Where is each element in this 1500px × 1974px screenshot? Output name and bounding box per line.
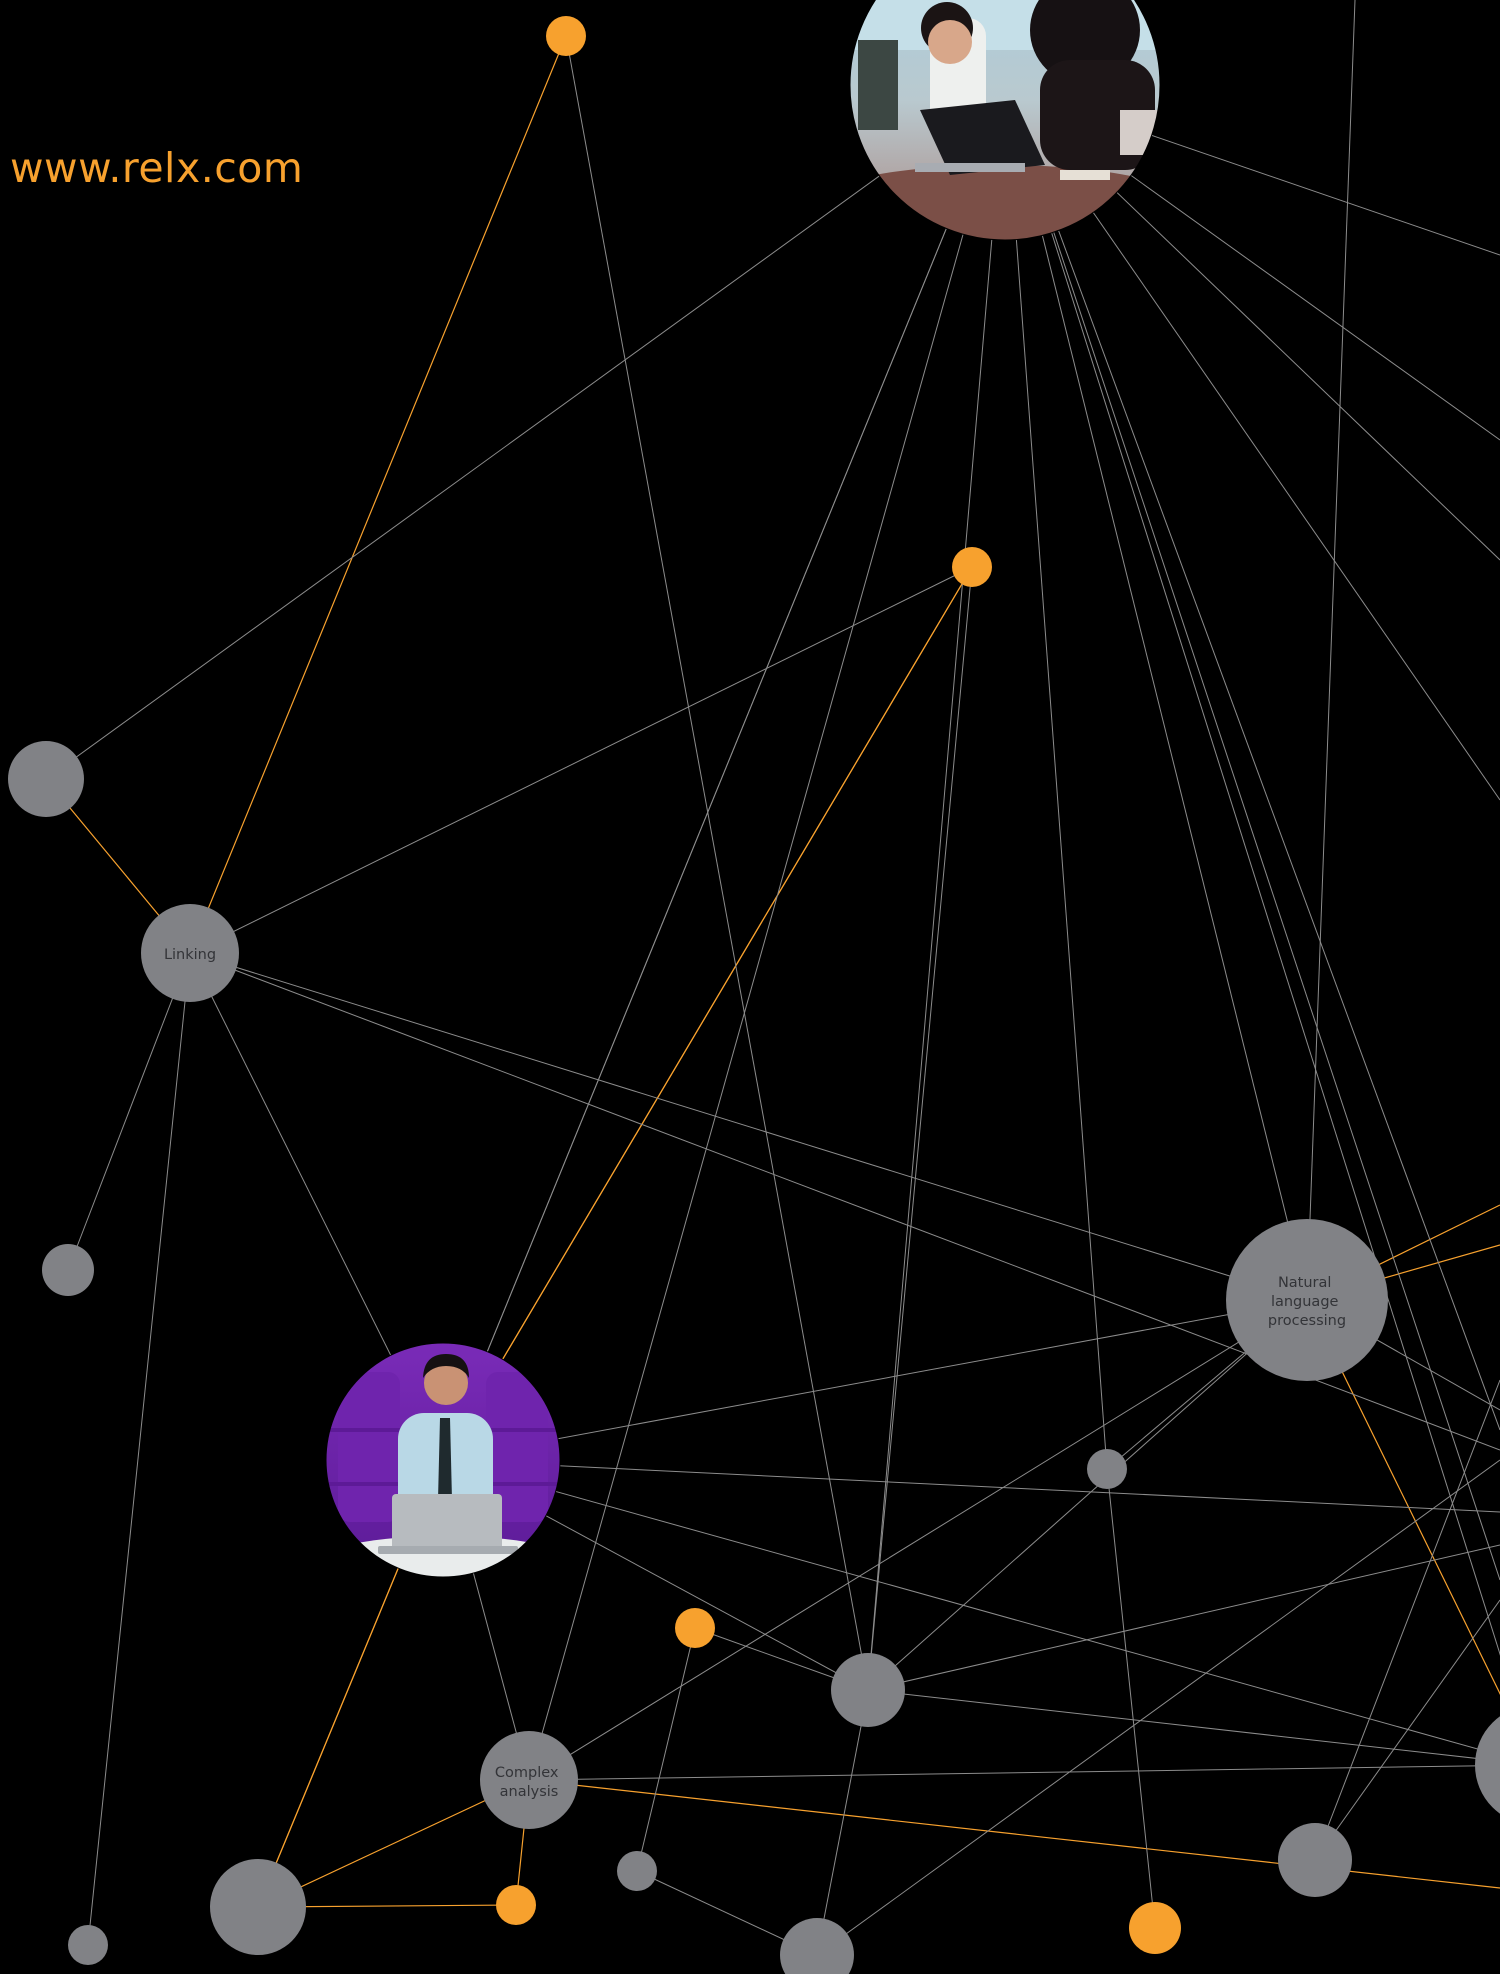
edges — [45, 0, 1500, 1956]
gray-edge-28 — [1004, 84, 1500, 1656]
gray-edge-18 — [67, 952, 191, 1271]
meeting-photo — [850, 0, 1160, 240]
gray-edge-54 — [1314, 1599, 1500, 1861]
gray-node-g2 — [42, 1244, 94, 1296]
nodes — [8, 16, 1500, 1974]
gray-edge-50 — [636, 1627, 696, 1872]
gray-edge-35 — [867, 566, 973, 1691]
gray-edge-34 — [1306, 0, 1356, 1301]
gray-node-g4 — [831, 1653, 905, 1727]
nlp-label-line-3: processing — [1268, 1313, 1346, 1329]
gray-edge-43 — [867, 1544, 1500, 1691]
gray-edge-22 — [442, 84, 1006, 1461]
gray-node-gR — [1475, 1716, 1500, 1814]
gray-edge-42 — [528, 1765, 1500, 1781]
orange-node-o2 — [952, 547, 992, 587]
nlp-label: Natural language processing — [1268, 1275, 1346, 1329]
gray-edge-23 — [528, 84, 1006, 1781]
gray-edge-46 — [816, 1689, 869, 1956]
gray-node-g3 — [1087, 1449, 1127, 1489]
nlp-label-line-1: Natural — [1278, 1275, 1331, 1291]
orange-node-o5 — [1129, 1902, 1181, 1954]
gray-node-g6 — [210, 1859, 306, 1955]
linking-label: Linking — [164, 947, 216, 963]
gray-edge-44 — [867, 1689, 1500, 1762]
gray-node-g5 — [617, 1851, 657, 1891]
gray-node-g7 — [68, 1925, 108, 1965]
gray-edge-24 — [867, 84, 1006, 1691]
linking-label-line-1: Linking — [164, 947, 216, 963]
gray-edge-48 — [1106, 1468, 1156, 1929]
gray-edge-26 — [1004, 84, 1308, 1301]
nlp-label-line-2: language — [1271, 1294, 1339, 1310]
gray-edge-53 — [1314, 1379, 1500, 1861]
network-diagram: Linking Natural language processing Comp… — [8, 0, 1500, 1974]
gray-edge-39 — [442, 1459, 1500, 1756]
gray-node-g1 — [8, 741, 84, 817]
orange-edge-3 — [442, 566, 973, 1461]
gray-node-g9 — [1278, 1823, 1352, 1897]
orange-edge-12 — [528, 1779, 1500, 1889]
gray-edge-15 — [189, 566, 973, 954]
gray-edge-25 — [1004, 84, 1108, 1470]
gray-node-g8 — [780, 1918, 854, 1974]
gray-edge-13 — [565, 35, 869, 1691]
gray-edge-16 — [189, 952, 1308, 1301]
orange-node-o3 — [675, 1608, 715, 1648]
orange-node-o4 — [496, 1885, 536, 1925]
complex-analysis-label-line-1: Complex — [495, 1765, 559, 1781]
gray-edge-19 — [87, 952, 191, 1946]
gray-edge-45 — [867, 1299, 1308, 1691]
laptop-user-photo — [326, 1343, 560, 1577]
gray-edge-52 — [816, 1459, 1500, 1956]
complex-analysis-label-line-2: analysis — [500, 1784, 559, 1800]
website-url[interactable]: www.relx.com — [10, 148, 303, 189]
gray-edge-29 — [1004, 84, 1500, 1431]
orange-node-o1 — [546, 16, 586, 56]
